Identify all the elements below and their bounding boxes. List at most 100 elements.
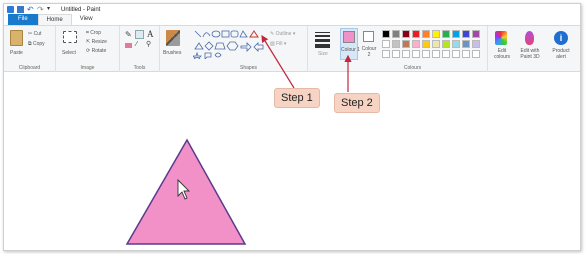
product-alert-button[interactable]: i Product alert — [547, 29, 575, 67]
tab-view[interactable]: View — [72, 14, 101, 25]
rotate-button[interactable]: ⟳ Rotate — [86, 48, 106, 54]
shapes-gallery[interactable] — [193, 29, 267, 59]
pink-triangle[interactable] — [125, 138, 247, 245]
palette-swatch[interactable] — [442, 40, 450, 48]
palette-swatch[interactable] — [472, 40, 480, 48]
product-alert-label: Product alert — [552, 48, 570, 60]
shape-line[interactable] — [194, 30, 202, 38]
shape-rectangle[interactable] — [221, 30, 230, 38]
palette-swatch[interactable] — [392, 30, 400, 38]
palette-swatch[interactable] — [452, 50, 460, 58]
size-group: Size — [308, 26, 338, 72]
palette-swatch[interactable] — [442, 50, 450, 58]
step2-callout: Step 2 — [334, 93, 380, 113]
step1-callout: Step 1 — [274, 88, 320, 108]
palette-swatch[interactable] — [402, 50, 410, 58]
crop-button[interactable]: ⌗ Crop — [86, 30, 101, 36]
shapes-group: ✎ Outline ▾ ▨ Fill ▾ Shapes — [190, 26, 308, 72]
color-picker-icon[interactable]: ⁄ — [136, 41, 137, 48]
shape-right-arrow[interactable] — [240, 42, 252, 52]
tab-file[interactable]: File — [8, 14, 38, 25]
colour1-selector[interactable]: Colour 1 — [340, 28, 360, 60]
palette-swatch[interactable] — [392, 50, 400, 58]
edit-colours-button[interactable]: Edit colours — [491, 29, 513, 67]
clipboard-group-label: Clipboard — [18, 65, 41, 71]
crop-label: Crop — [90, 30, 102, 36]
palette-swatch[interactable] — [422, 30, 430, 38]
cut-button[interactable]: ✂ Cut — [28, 31, 41, 37]
shape-left-arrow[interactable] — [253, 42, 264, 52]
copy-button[interactable]: ⧉ Copy — [28, 41, 45, 47]
text-tool-icon[interactable]: A — [147, 29, 154, 39]
palette-swatch[interactable] — [382, 30, 390, 38]
palette-swatch[interactable] — [472, 30, 480, 38]
palette-swatch[interactable] — [472, 50, 480, 58]
palette-swatch[interactable] — [412, 40, 420, 48]
extra-group: Edit colours Edit with Paint 3D i Produc… — [488, 26, 580, 72]
shape-star[interactable] — [193, 51, 202, 59]
palette-swatch[interactable] — [432, 40, 440, 48]
palette-swatch[interactable] — [382, 50, 390, 58]
palette-swatch[interactable] — [462, 40, 470, 48]
quick-access-menu-icon[interactable]: ▾ — [47, 6, 54, 13]
eraser-icon[interactable] — [125, 43, 132, 48]
shape-curve[interactable] — [202, 32, 211, 38]
colour2-swatch — [363, 31, 374, 42]
shape-polygon[interactable] — [239, 30, 248, 38]
palette-swatch[interactable] — [422, 40, 430, 48]
pencil-icon[interactable]: ✎ — [125, 30, 132, 39]
colour2-selector[interactable]: Colour 2 — [361, 28, 377, 60]
palette-swatch[interactable] — [432, 50, 440, 58]
palette-swatch[interactable] — [382, 40, 390, 48]
tools-group-label: Tools — [133, 65, 146, 71]
colour2-label: Colour 2 — [361, 46, 377, 58]
fill-button[interactable]: ▨ Fill ▾ — [270, 41, 286, 47]
paste-button[interactable]: Paste — [10, 50, 23, 56]
rainbow-palette-icon — [495, 31, 507, 45]
redo-icon[interactable]: ↷ — [37, 6, 44, 14]
paste-icon[interactable] — [10, 30, 23, 46]
colour1-label: Colour 1 — [341, 47, 360, 53]
palette-swatch[interactable] — [462, 30, 470, 38]
select-button[interactable]: Select — [62, 50, 76, 56]
paint3d-label: Edit with Paint 3D — [520, 48, 540, 60]
shape-triangle[interactable] — [249, 30, 259, 38]
shape-right-triangle[interactable] — [194, 42, 204, 50]
palette-swatch[interactable] — [392, 40, 400, 48]
palette-swatch[interactable] — [402, 30, 410, 38]
palette-swatch[interactable] — [452, 40, 460, 48]
shape-rounded-rectangle[interactable] — [230, 30, 239, 38]
save-icon[interactable] — [17, 6, 24, 13]
size-icon[interactable] — [315, 32, 330, 48]
shape-hexagon[interactable] — [226, 41, 239, 51]
palette-swatch[interactable] — [412, 50, 420, 58]
resize-button[interactable]: ⇱ Resize — [86, 39, 107, 45]
shape-diamond[interactable] — [204, 41, 214, 51]
fill-bucket-icon[interactable] — [135, 30, 144, 39]
shape-callout[interactable] — [204, 52, 212, 59]
palette-swatch[interactable] — [452, 30, 460, 38]
shape-pentagon[interactable] — [214, 42, 226, 50]
magnifier-icon[interactable]: ⚲ — [146, 40, 151, 48]
palette-swatch[interactable] — [432, 30, 440, 38]
edit-with-paint3d-button[interactable]: Edit with Paint 3D — [515, 29, 545, 67]
palette-swatch[interactable] — [402, 40, 410, 48]
rotate-label: Rotate — [91, 48, 107, 54]
shape-oval[interactable] — [211, 30, 221, 38]
undo-icon[interactable]: ↶ — [27, 6, 34, 14]
brush-icon[interactable] — [166, 30, 180, 46]
size-button[interactable]: Size — [318, 51, 328, 57]
image-group-label: Image — [80, 65, 95, 71]
palette-swatch[interactable] — [412, 30, 420, 38]
paint-window: ↶ ↷ ▾ Untitled - Paint File Home View Pa… — [3, 3, 581, 251]
palette-swatch[interactable] — [442, 30, 450, 38]
outline-button[interactable]: ✎ Outline ▾ — [270, 31, 295, 37]
palette-swatch[interactable] — [462, 50, 470, 58]
brushes-button[interactable]: Brushes — [163, 50, 181, 56]
shape-heart[interactable] — [214, 52, 222, 58]
palette-swatch[interactable] — [422, 50, 430, 58]
ribbon-tabs: File Home View — [4, 14, 580, 26]
tab-home[interactable]: Home — [37, 14, 72, 25]
colour-palette — [382, 30, 486, 60]
select-icon[interactable] — [63, 31, 77, 43]
